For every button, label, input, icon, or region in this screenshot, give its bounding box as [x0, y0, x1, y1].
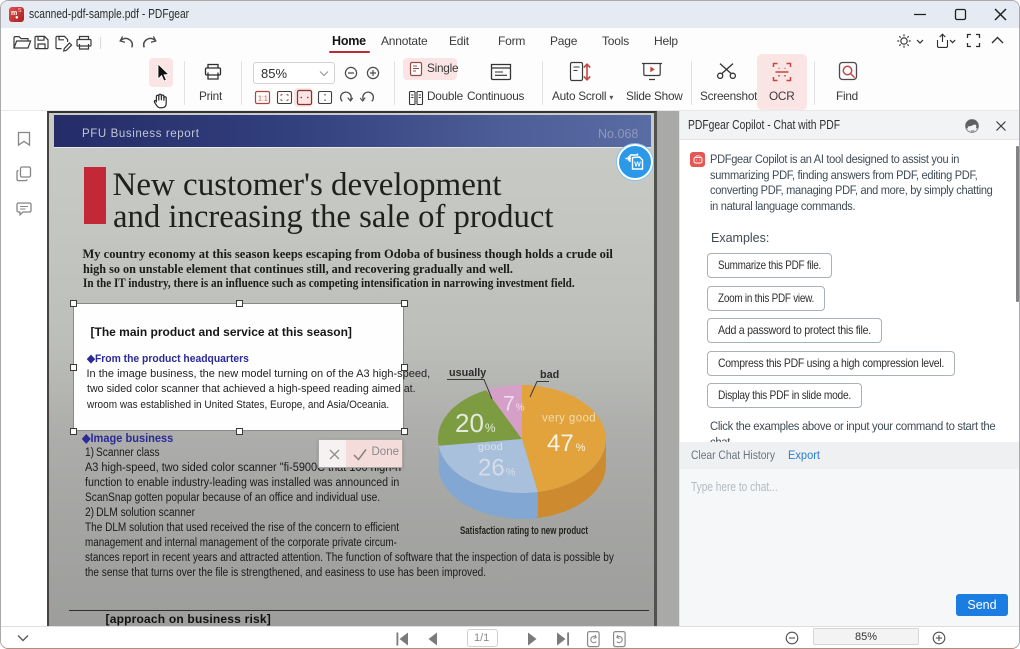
- svg-text:very good: very good: [542, 413, 596, 425]
- svg-text:W: W: [634, 162, 641, 169]
- svg-text:1:1: 1:1: [258, 96, 268, 103]
- svg-text:good: good: [478, 441, 503, 453]
- svg-text:usually: usually: [449, 367, 486, 379]
- svg-text:bad: bad: [540, 369, 559, 381]
